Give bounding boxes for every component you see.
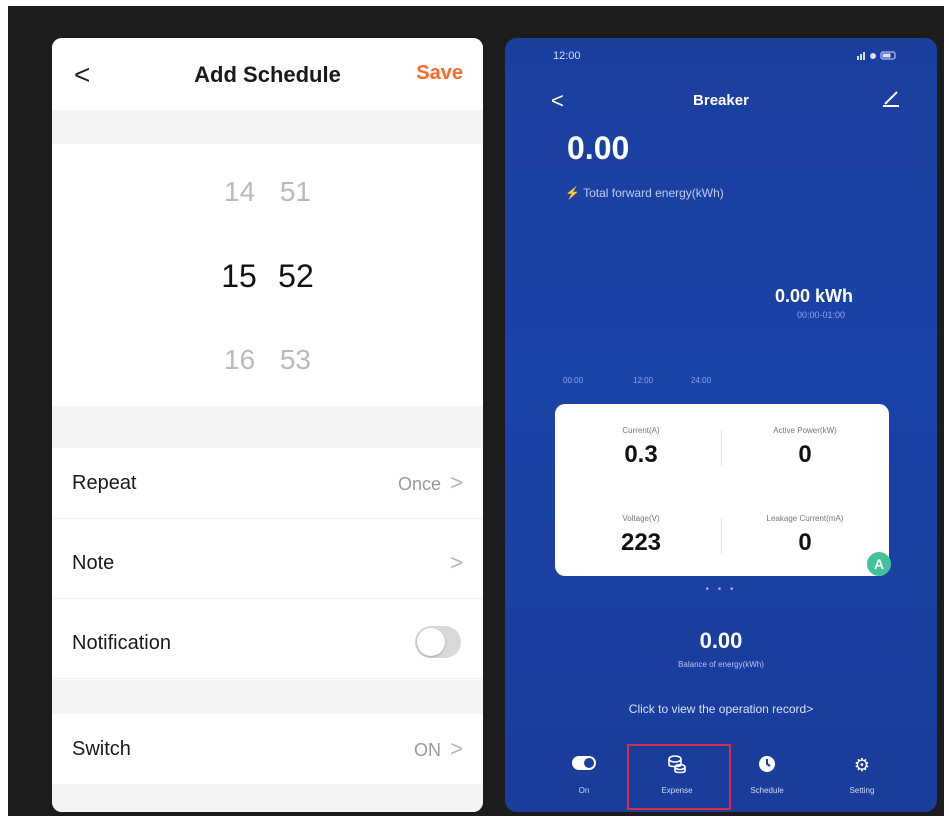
notification-toggle[interactable] (415, 626, 461, 658)
toggle-icon (539, 754, 629, 776)
timeline-tick: 00:00 (563, 376, 584, 385)
note-label: Note (72, 552, 115, 574)
breaker-screen: 12:00 < Breaker 0.00 ⚡ Total forward ene… (505, 38, 937, 812)
kwh-value: 0.00 kWh (774, 286, 853, 306)
metric-value: 0 (798, 529, 812, 556)
nav-label: On (578, 786, 590, 795)
nav-item-schedule[interactable]: Schedule (722, 754, 812, 795)
minute-option[interactable]: 51 (271, 176, 319, 208)
header: < Add Schedule Save (52, 38, 483, 110)
divider (52, 406, 483, 448)
coins-icon (632, 754, 722, 776)
nav-label: Setting (849, 786, 875, 795)
total-energy-value: 0.00 (567, 130, 630, 166)
toggle-knob (417, 628, 445, 656)
switch-value: ON (414, 740, 441, 760)
kwh-range: 00:00-01:00 (796, 310, 845, 320)
hour-option[interactable]: 14 (216, 176, 264, 208)
switch-label: Switch (72, 738, 131, 760)
chevron-right-icon: > (450, 736, 463, 761)
operation-record-link[interactable]: Click to view the operation record> (505, 702, 937, 716)
gear-icon: ⚙ (853, 755, 871, 775)
divider (52, 110, 483, 144)
chevron-right-icon: > (450, 470, 463, 495)
status-icons (857, 50, 897, 63)
metrics-card: Current(A) 0.3 Active Power(kW) 0 Voltag… (555, 404, 891, 576)
page-title: Breaker (693, 92, 749, 109)
timeline-tick: 24:00 (691, 376, 712, 385)
battery-icon (857, 51, 896, 60)
metric-value: 223 (620, 529, 662, 556)
status-time: 12:00 (553, 50, 581, 62)
nav-label: Schedule (750, 786, 784, 795)
metric-label: Current(A) (622, 426, 660, 435)
minute-option[interactable]: 53 (271, 344, 319, 376)
bolt-icon: ⚡ (565, 186, 580, 200)
repeat-row[interactable]: Repeat Once > (52, 448, 483, 519)
nav-item-setting[interactable]: ⚙ Setting (817, 754, 907, 795)
timeline-tick: 12:00 (633, 376, 654, 385)
total-energy-label: ⚡ Total forward energy(kWh) (565, 186, 724, 200)
picker-row-below[interactable]: 16 53 (52, 344, 483, 376)
repeat-label: Repeat (72, 472, 137, 494)
picker-row-selected[interactable]: 15 52 (52, 258, 483, 295)
metric-label: Voltage(V) (622, 514, 660, 523)
divider (721, 430, 722, 466)
chevron-right-icon: > (450, 550, 463, 575)
clock-icon (722, 754, 812, 776)
switch-row[interactable]: Switch ON > (52, 714, 483, 785)
add-schedule-screen: < Add Schedule Save 14 51 15 52 16 53 Re… (52, 38, 483, 812)
edit-icon[interactable] (881, 88, 901, 114)
divider (721, 518, 722, 554)
divider (52, 680, 483, 714)
balance-label: Balance of energy(kWh) (678, 660, 764, 669)
notification-row: Notification (52, 608, 483, 679)
divider (52, 784, 483, 812)
notification-label: Notification (72, 632, 171, 654)
active-power-metric: Active Power(kW) 0 (725, 426, 885, 469)
metric-label: Leakage Current(mA) (766, 514, 844, 523)
metric-label: Active Power(kW) (773, 426, 837, 435)
current-metric: Current(A) 0.3 (561, 426, 721, 469)
note-row[interactable]: Note > (52, 528, 483, 599)
page-indicator: • • • (705, 584, 737, 595)
nav-item-on[interactable]: On (539, 754, 629, 795)
balance-value: 0.00 (699, 628, 743, 653)
badge-icon[interactable]: A (867, 552, 891, 576)
picker-row-above[interactable]: 14 51 (52, 176, 483, 208)
metric-value: 0.3 (624, 441, 658, 468)
bottom-nav: On Expense Schedule ⚙ Setting (505, 744, 937, 812)
repeat-value: Once (397, 474, 441, 494)
leakage-metric: Leakage Current(mA) 0 (725, 514, 885, 557)
save-button[interactable]: Save (416, 62, 463, 85)
hour-selected[interactable]: 15 (215, 258, 263, 295)
nav-label: Expense (661, 786, 693, 795)
voltage-metric: Voltage(V) 223 (561, 514, 721, 557)
total-energy-text: Total forward energy(kWh) (583, 186, 724, 200)
minute-selected[interactable]: 52 (272, 258, 320, 295)
hour-option[interactable]: 16 (216, 344, 264, 376)
nav-item-expense[interactable]: Expense (632, 754, 722, 795)
metric-value: 0 (798, 441, 812, 468)
time-picker[interactable]: 14 51 15 52 16 53 (52, 144, 483, 444)
